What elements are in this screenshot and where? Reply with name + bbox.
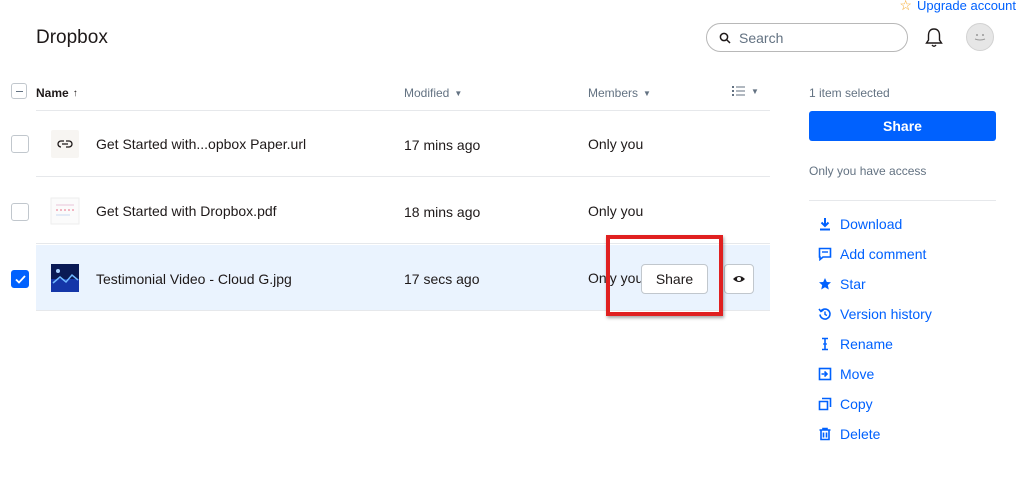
- link-file-icon: [51, 130, 79, 158]
- file-name[interactable]: Testimonial Video - Cloud G.jpg: [96, 271, 292, 287]
- star-icon: [819, 278, 831, 290]
- minus-icon: [15, 90, 23, 92]
- select-all-checkbox[interactable]: [11, 83, 27, 99]
- trash-icon: [819, 427, 831, 441]
- checkmark-icon: [14, 274, 26, 284]
- history-icon: [818, 308, 831, 320]
- file-modified: 18 mins ago: [404, 204, 481, 220]
- action-copy[interactable]: Copy: [818, 396, 873, 412]
- file-members: Only you: [588, 136, 644, 152]
- file-name[interactable]: Get Started with...opbox Paper.url: [96, 136, 306, 152]
- rename-icon: [822, 337, 828, 351]
- highlight-box: [606, 235, 723, 316]
- search-icon: [719, 32, 731, 44]
- star-outline-icon: ☆: [899, 0, 912, 13]
- column-members-header[interactable]: Members ▼: [588, 86, 651, 100]
- action-label: Delete: [840, 426, 881, 442]
- upgrade-account-link[interactable]: ☆ Upgrade account: [899, 0, 1016, 14]
- row-checkbox-checked[interactable]: [11, 270, 29, 288]
- action-download[interactable]: Download: [818, 216, 902, 232]
- column-modified-header[interactable]: Modified ▼: [404, 86, 462, 100]
- chevron-down-icon: ▼: [751, 86, 759, 96]
- action-label: Add comment: [840, 246, 927, 262]
- action-version-history[interactable]: Version history: [818, 306, 932, 322]
- row-checkbox[interactable]: [11, 203, 29, 221]
- copy-icon: [818, 397, 832, 411]
- action-add-comment[interactable]: Add comment: [818, 246, 926, 262]
- action-label: Star: [840, 276, 866, 292]
- pdf-thumbnail-icon: [50, 197, 80, 225]
- action-label: Version history: [840, 306, 932, 322]
- selected-count: 1 item selected: [809, 86, 890, 100]
- image-thumbnail-icon: [51, 264, 79, 292]
- search-input[interactable]: Search: [706, 23, 908, 52]
- action-move[interactable]: Move: [818, 366, 874, 382]
- action-delete[interactable]: Delete: [818, 426, 880, 442]
- row-divider: [36, 176, 770, 177]
- eye-icon: [733, 276, 745, 282]
- column-modified-label: Modified: [404, 86, 450, 100]
- file-modified: 17 mins ago: [404, 137, 481, 153]
- action-label: Copy: [840, 396, 873, 412]
- column-members-label: Members: [588, 86, 639, 100]
- comment-icon: [818, 247, 832, 261]
- column-name-label: Name: [36, 86, 69, 100]
- action-label: Rename: [840, 336, 893, 352]
- page-title: Dropbox: [36, 27, 108, 48]
- action-star[interactable]: Star: [818, 276, 866, 292]
- file-modified: 17 secs ago: [404, 271, 480, 287]
- file-members: Only you: [588, 203, 644, 219]
- preview-button[interactable]: [724, 264, 754, 294]
- action-label: Download: [840, 216, 903, 232]
- download-icon: [820, 218, 830, 231]
- avatar-face-icon: [974, 34, 986, 41]
- sidebar-divider: [809, 200, 996, 201]
- search-placeholder: Search: [739, 29, 784, 46]
- view-options-button[interactable]: ▼: [732, 86, 759, 96]
- sidebar-share-button[interactable]: Share: [809, 111, 996, 141]
- row-checkbox[interactable]: [11, 135, 29, 153]
- move-icon: [818, 367, 832, 381]
- access-text: Only you have access: [809, 164, 927, 178]
- list-view-icon: [732, 86, 745, 96]
- action-rename[interactable]: Rename: [818, 336, 893, 352]
- action-label: Move: [840, 366, 875, 382]
- avatar[interactable]: [966, 23, 994, 51]
- bell-icon[interactable]: [924, 27, 944, 49]
- column-name-header[interactable]: Name ↑: [36, 86, 78, 100]
- sort-up-arrow-icon: ↑: [72, 87, 78, 99]
- file-name[interactable]: Get Started with Dropbox.pdf: [96, 203, 277, 219]
- upgrade-account-label: Upgrade account: [916, 0, 1016, 13]
- file-row[interactable]: Get Started with...opbox Paper.url 17 mi…: [0, 111, 770, 177]
- chevron-down-icon: ▼: [643, 88, 651, 98]
- chevron-down-icon: ▼: [454, 88, 463, 98]
